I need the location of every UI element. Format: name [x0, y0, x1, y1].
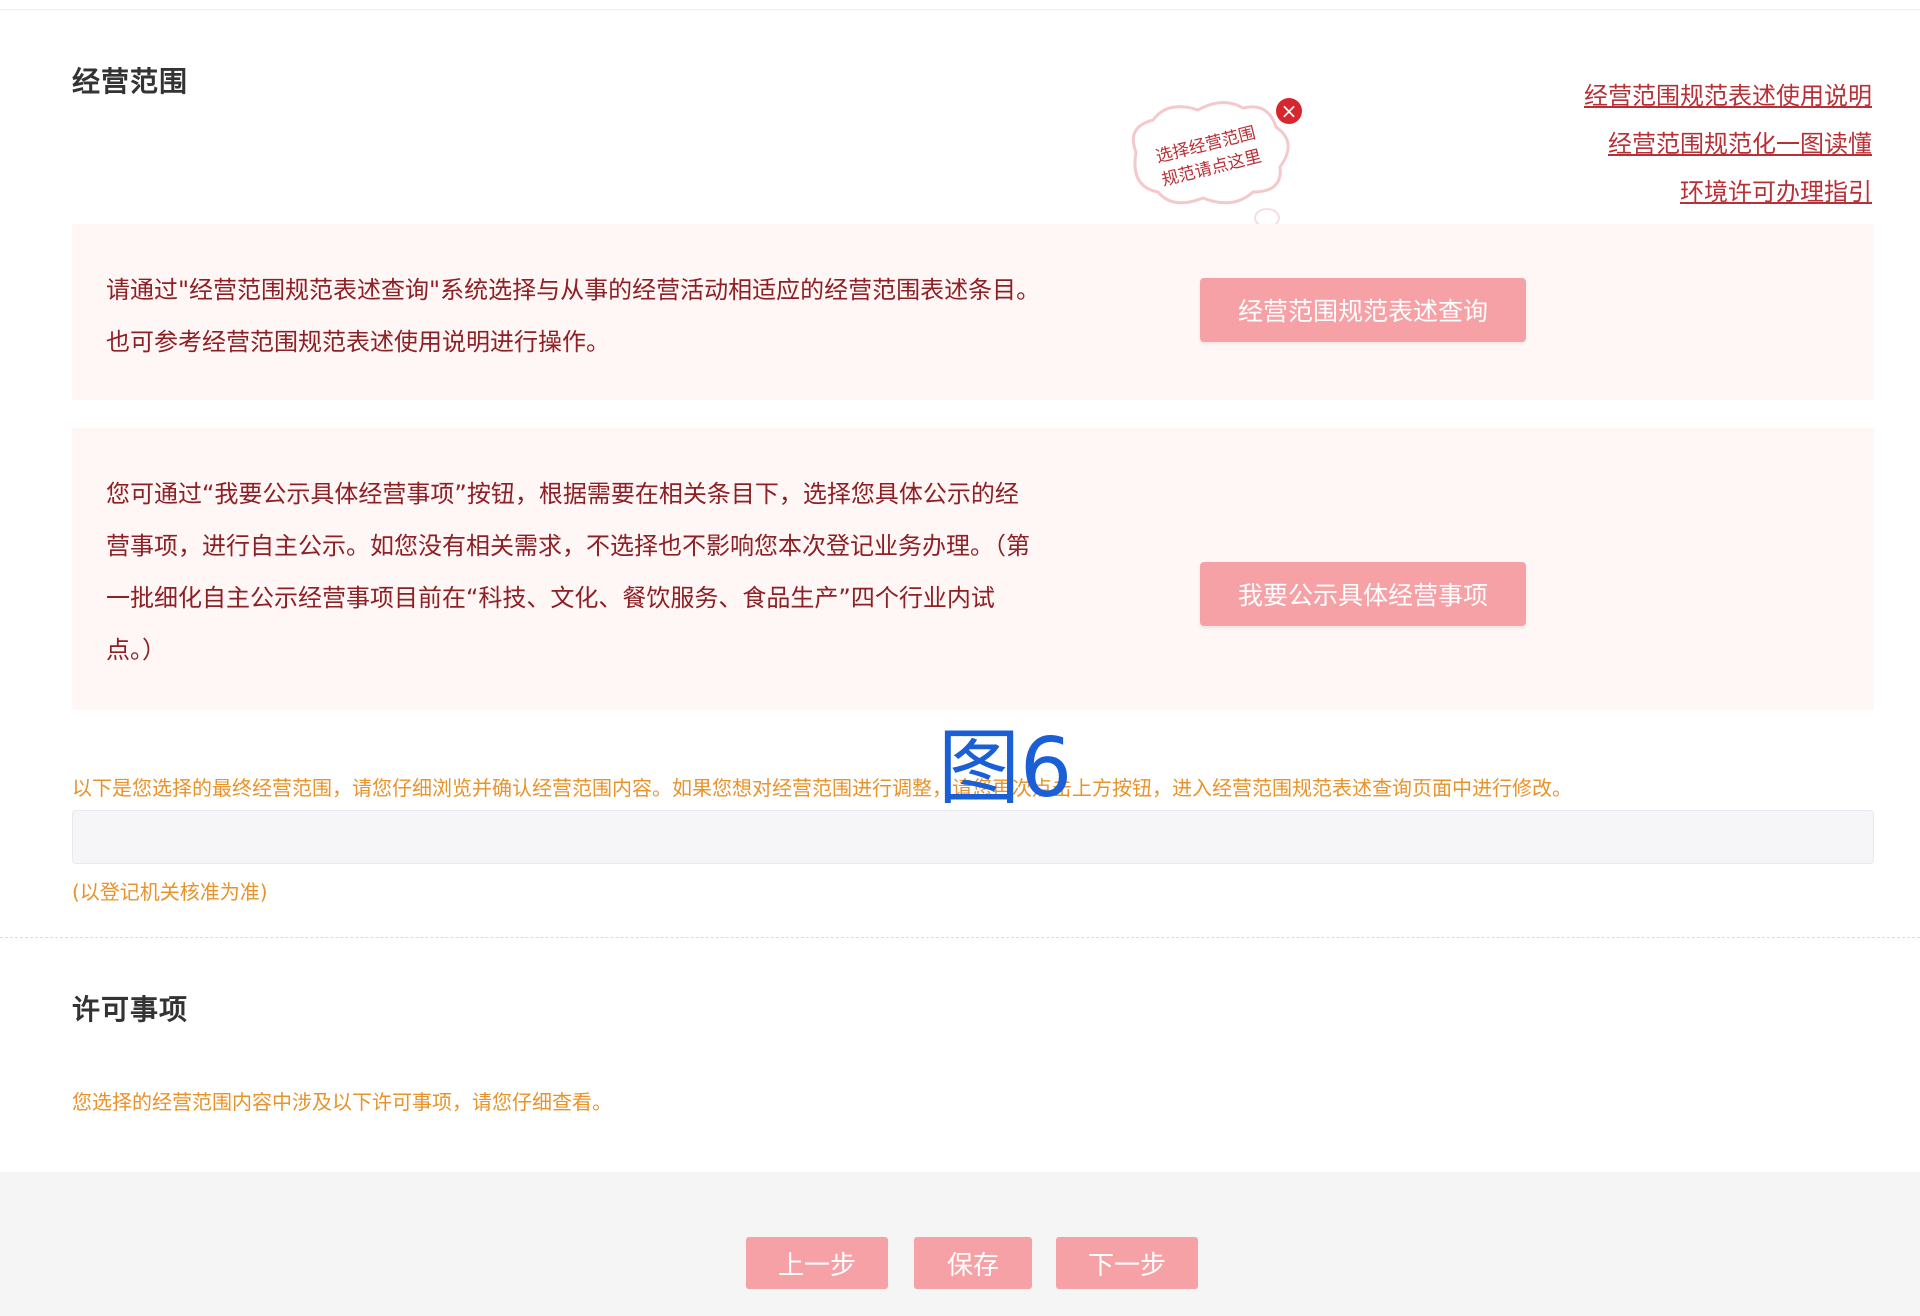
- panel2-line3: 一批细化自主公示经营事项目前在“科技、文化、餐饮服务、食品生产”四个行业内试: [106, 584, 995, 612]
- public-items-instructions: 您可通过“我要公示具体经营事项”按钮，根据需要在相关条目下，选择您具体公示的经 …: [106, 468, 1030, 676]
- license-items-title: 许可事项: [72, 993, 189, 1026]
- footer-bar: 上一步 保存 下一步: [0, 1172, 1920, 1316]
- final-scope-note: 以下是您选择的最终经营范围，请您仔细浏览并确认经营范围内容。如果您想对经营范围进…: [72, 776, 1572, 800]
- business-scope-title: 经营范围: [72, 65, 189, 98]
- next-step-button[interactable]: 下一步: [1056, 1237, 1198, 1289]
- license-items-note: 您选择的经营范围内容中涉及以下许可事项，请您仔细查看。: [72, 1090, 612, 1114]
- public-items-panel: 您可通过“我要公示具体经营事项”按钮，根据需要在相关条目下，选择您具体公示的经 …: [72, 428, 1874, 710]
- bubble-close-icon[interactable]: ×: [1276, 98, 1302, 124]
- scope-query-instructions: 请通过"经营范围规范表述查询"系统选择与从事的经营活动相适应的经营范围表述条目。…: [106, 264, 1040, 368]
- public-items-button[interactable]: 我要公示具体经营事项: [1200, 562, 1526, 626]
- panel1-line2: 也可参考经营范围规范表述使用说明进行操作。: [106, 328, 610, 356]
- save-button[interactable]: 保存: [914, 1237, 1032, 1289]
- panel2-line2: 营事项，进行自主公示。如您没有相关需求，不选择也不影响您本次登记业务办理。（第: [106, 532, 1030, 560]
- scope-one-page-guide-link[interactable]: 经营范围规范化一图读懂: [1584, 120, 1872, 168]
- figure-label: 图6: [938, 721, 1073, 816]
- top-divider: [0, 0, 1920, 10]
- previous-step-button[interactable]: 上一步: [746, 1237, 888, 1289]
- scope-query-panel: 请通过"经营范围规范表述查询"系统选择与从事的经营活动相适应的经营范围表述条目。…: [72, 224, 1874, 400]
- scope-usage-guide-link[interactable]: 经营范围规范表述使用说明: [1584, 72, 1872, 120]
- final-scope-field[interactable]: [72, 810, 1874, 864]
- section-divider: [0, 937, 1920, 938]
- panel2-line4: 点。）: [106, 636, 166, 664]
- panel2-line1: 您可通过“我要公示具体经营事项”按钮，根据需要在相关条目下，选择您具体公示的经: [106, 480, 1019, 508]
- panel1-line1: 请通过"经营范围规范表述查询"系统选择与从事的经营活动相适应的经营范围表述条目。: [106, 276, 1041, 304]
- help-links: 经营范围规范表述使用说明 经营范围规范化一图读懂 环境许可办理指引: [1584, 72, 1872, 216]
- approval-remark: (以登记机关核准为准): [72, 880, 268, 904]
- scope-query-button[interactable]: 经营范围规范表述查询: [1200, 278, 1526, 342]
- environment-permit-guide-link[interactable]: 环境许可办理指引: [1584, 168, 1872, 216]
